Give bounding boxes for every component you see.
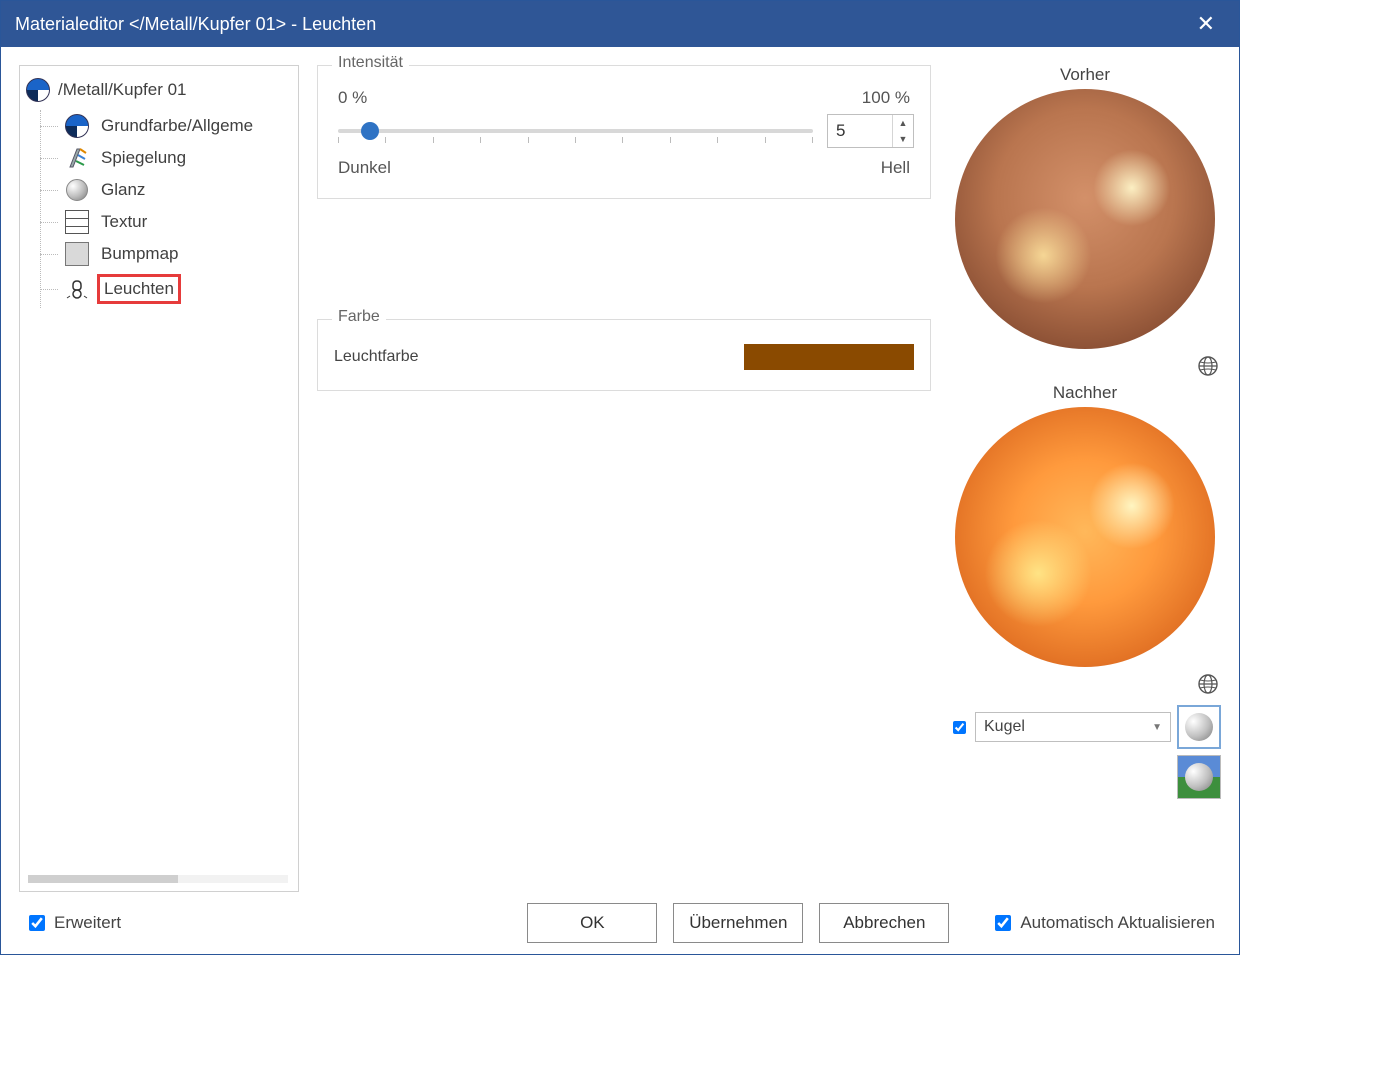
glow-color-swatch[interactable] bbox=[744, 344, 914, 370]
preview-shape-dropdown[interactable]: Kugel ▼ bbox=[975, 712, 1171, 742]
globe-icon[interactable] bbox=[1197, 673, 1219, 695]
preview-before-title: Vorher bbox=[1060, 65, 1110, 85]
base-color-icon bbox=[65, 114, 89, 138]
tree-root-label: /Metall/Kupfer 01 bbox=[58, 80, 187, 100]
extended-checkbox[interactable] bbox=[29, 915, 45, 931]
material-tree-panel: /Metall/Kupfer 01 Grundfarbe/Allgeme Spi… bbox=[19, 65, 299, 892]
chevron-down-icon: ▼ bbox=[1152, 722, 1162, 733]
sphere-icon bbox=[1185, 713, 1213, 741]
lamp-icon bbox=[65, 277, 89, 301]
sphere-icon bbox=[1185, 763, 1213, 791]
tree-scrollbar-thumb[interactable] bbox=[28, 875, 178, 883]
intensity-group: Intensität 0 % 100 % bbox=[317, 65, 931, 199]
auto-update-checkbox[interactable] bbox=[995, 915, 1011, 931]
tree-item-glanz[interactable]: Glanz bbox=[41, 174, 292, 206]
intensity-dark-label: Dunkel bbox=[338, 158, 391, 178]
preview-shape-checkbox[interactable] bbox=[953, 721, 966, 734]
intensity-slider[interactable] bbox=[334, 116, 817, 146]
dialog-footer: Erweitert OK Übernehmen Abbrechen Automa… bbox=[1, 892, 1239, 954]
preview-after-title: Nachher bbox=[1053, 383, 1117, 403]
apply-button[interactable]: Übernehmen bbox=[673, 903, 803, 943]
tree-horizontal-scrollbar[interactable] bbox=[28, 875, 288, 883]
intensity-max-label: 100 % bbox=[862, 88, 910, 108]
tree-item-leuchten[interactable]: Leuchten bbox=[41, 270, 292, 308]
extended-checkbox-label[interactable]: Erweitert bbox=[25, 912, 121, 934]
intensity-spinbox[interactable]: ▲ ▼ bbox=[827, 114, 914, 148]
close-icon[interactable]: ✕ bbox=[1187, 7, 1225, 41]
color-legend: Farbe bbox=[332, 308, 386, 326]
ok-button[interactable]: OK bbox=[527, 903, 657, 943]
tree-root[interactable]: /Metall/Kupfer 01 bbox=[26, 78, 292, 102]
intensity-light-label: Hell bbox=[881, 158, 910, 178]
preview-mode-scene-button[interactable] bbox=[1177, 755, 1221, 799]
color-group: Farbe Leuchtfarbe bbox=[317, 319, 931, 391]
glow-color-label: Leuchtfarbe bbox=[334, 348, 419, 366]
auto-update-checkbox-label[interactable]: Automatisch Aktualisieren bbox=[991, 912, 1215, 934]
tree-item-bumpmap[interactable]: Bumpmap bbox=[41, 238, 292, 270]
material-editor-window: Materialeditor </Metall/Kupfer 01> - Leu… bbox=[0, 0, 1240, 955]
tree-item-textur[interactable]: Textur bbox=[41, 206, 292, 238]
gloss-icon bbox=[65, 178, 89, 202]
intensity-step-down[interactable]: ▼ bbox=[893, 131, 913, 147]
window-title: Materialeditor </Metall/Kupfer 01> - Leu… bbox=[15, 14, 376, 35]
intensity-step-up[interactable]: ▲ bbox=[893, 115, 913, 131]
intensity-legend: Intensität bbox=[332, 54, 409, 72]
preview-after-sphere bbox=[955, 407, 1215, 667]
preview-shape-value: Kugel bbox=[984, 718, 1025, 736]
bumpmap-icon bbox=[65, 242, 89, 266]
tree-item-spiegelung[interactable]: Spiegelung bbox=[41, 142, 292, 174]
mirror-icon bbox=[65, 146, 89, 170]
intensity-min-label: 0 % bbox=[338, 88, 367, 108]
intensity-slider-thumb[interactable] bbox=[361, 122, 379, 140]
tree-item-grundfarbe[interactable]: Grundfarbe/Allgeme bbox=[41, 110, 292, 142]
preview-before-sphere bbox=[955, 89, 1215, 349]
cancel-button[interactable]: Abbrechen bbox=[819, 903, 949, 943]
intensity-value-input[interactable] bbox=[828, 115, 892, 147]
globe-icon[interactable] bbox=[1197, 355, 1219, 377]
material-root-icon bbox=[26, 78, 50, 102]
preview-mode-sphere-button[interactable] bbox=[1177, 705, 1221, 749]
texture-icon bbox=[65, 210, 89, 234]
titlebar: Materialeditor </Metall/Kupfer 01> - Leu… bbox=[1, 1, 1239, 47]
